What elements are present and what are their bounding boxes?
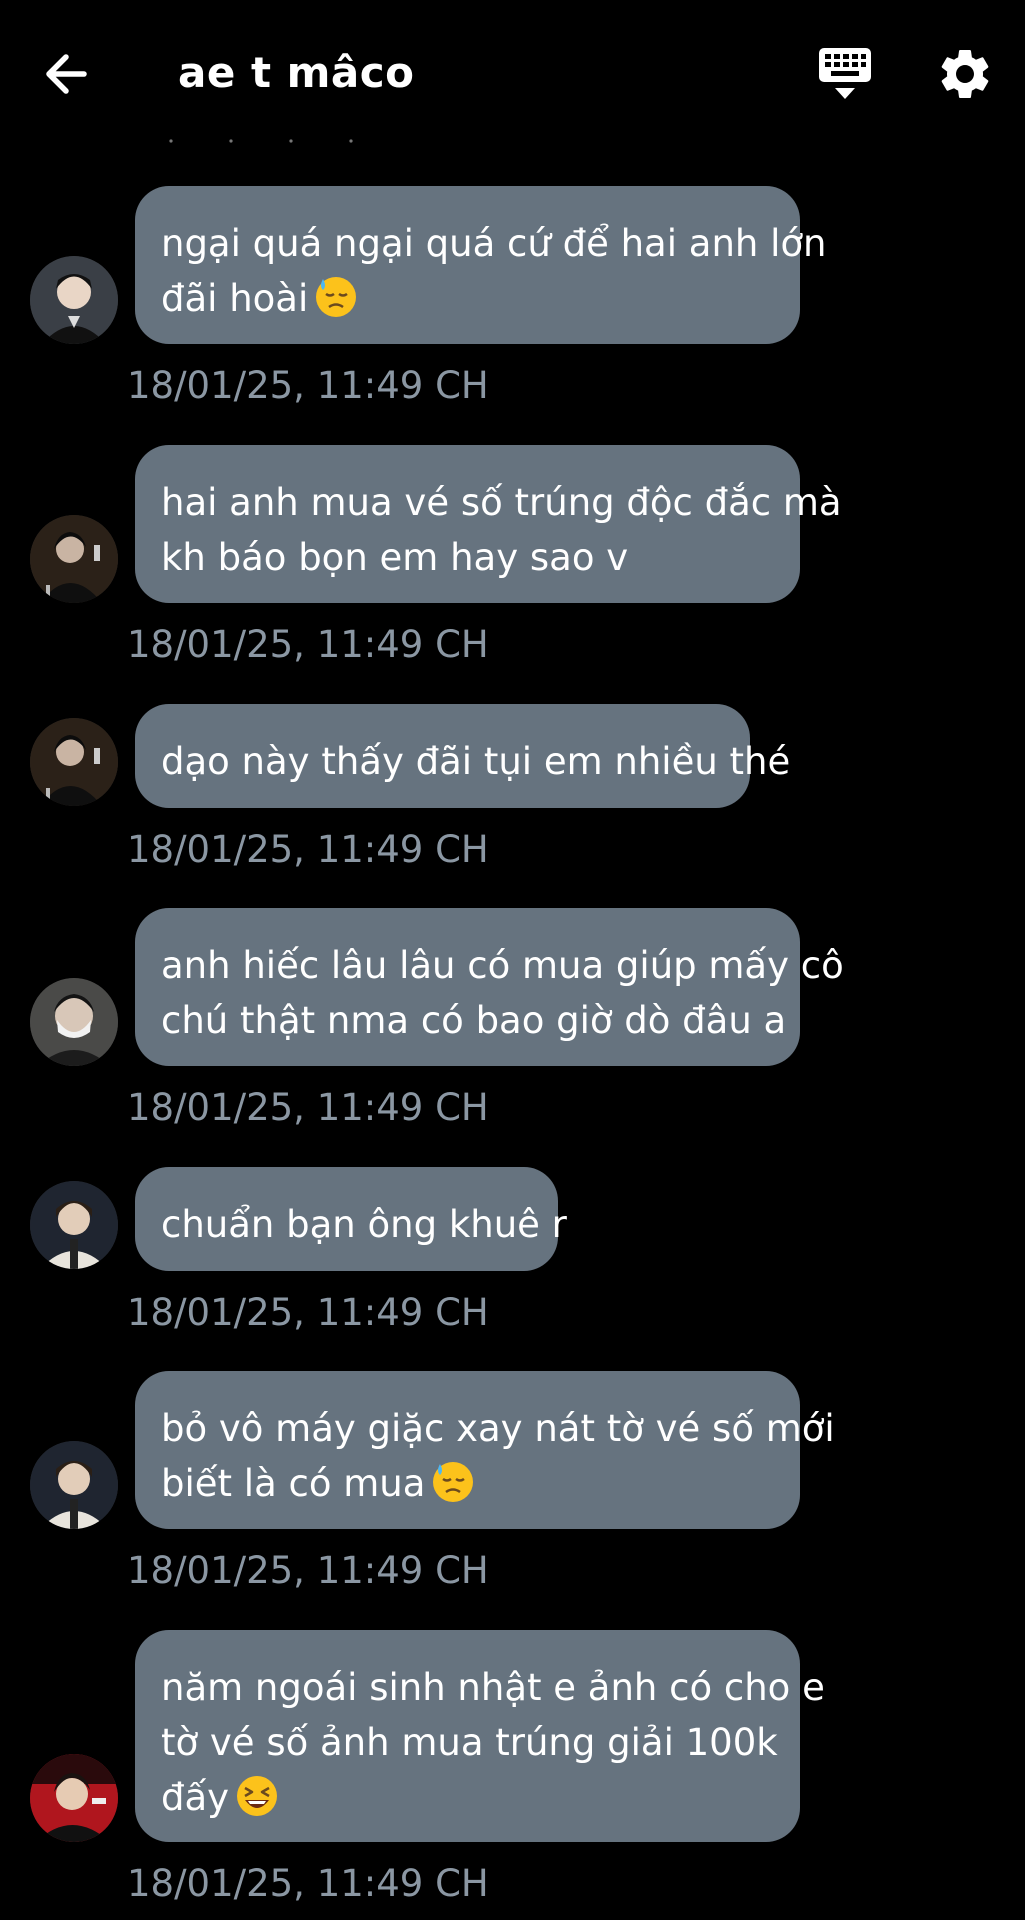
message-bubble[interactable]: anh hiếc lâu lâu có mua giúp mấy cô chú … — [135, 908, 844, 1066]
message-line: đấy — [161, 1770, 774, 1825]
message-timestamp: 18/01/25, 11:49 CH — [127, 1549, 489, 1592]
avatar-4-image — [30, 1441, 118, 1529]
avatar[interactable] — [30, 1754, 118, 1842]
avatar-1-image — [30, 256, 118, 344]
keyboard-hide-button[interactable] — [815, 44, 875, 104]
message-bubble[interactable]: hai anh mua vé số trúng độc đắc mà kh bá… — [135, 445, 842, 603]
grinning-squint-emoji-icon — [237, 1776, 278, 1816]
message-line: dạo này thấy đãi tụi em nhiều thé — [161, 740, 791, 783]
message-bubble[interactable]: chuẩn bạn ông khuê r — [135, 1167, 567, 1271]
back-button[interactable] — [40, 44, 100, 104]
message-line: kh báo bọn em hay sao v — [161, 536, 629, 579]
message-line-text: biết là có mua — [161, 1462, 426, 1505]
message-line: anh hiếc lâu lâu có mua giúp mấy cô — [161, 944, 844, 987]
message-line: tờ vé số ảnh mua trúng giải 100k — [161, 1721, 778, 1764]
chat-title: ae t mâco — [178, 48, 415, 97]
message-line: chú thật nma có bao giờ dò đâu a — [161, 999, 787, 1042]
avatar-2-image — [30, 718, 118, 806]
avatar[interactable] — [30, 718, 118, 806]
avatar-5-image — [30, 1754, 118, 1842]
chat-screen: ae t mâco ngại quá ngại quá cứ để hai an… — [0, 0, 1025, 1920]
message-timestamp: 18/01/25, 11:49 CH — [127, 1086, 489, 1129]
avatar[interactable] — [30, 1181, 118, 1269]
downcast-sweat-emoji-icon — [433, 1462, 474, 1502]
message-line: bỏ vô máy giặc xay nát tờ vé số mới — [161, 1407, 835, 1450]
message-line: chuẩn bạn ông khuê r — [161, 1203, 567, 1246]
avatar[interactable] — [30, 1441, 118, 1529]
message-timestamp: 18/01/25, 11:49 CH — [127, 1291, 489, 1334]
message-bubble[interactable]: năm ngoái sinh nhật e ảnh có cho e tờ vé… — [135, 1630, 825, 1842]
chat-header: ae t mâco — [0, 0, 1025, 150]
message-line: năm ngoái sinh nhật e ảnh có cho e — [161, 1666, 825, 1709]
avatar-2-image — [30, 515, 118, 603]
message-timestamp: 18/01/25, 11:49 CH — [127, 828, 489, 871]
avatar-3-image — [30, 978, 118, 1066]
message-line: hai anh mua vé số trúng độc đắc mà — [161, 481, 842, 524]
message-timestamp: 18/01/25, 11:49 CH — [127, 623, 489, 666]
message-bubble[interactable]: dạo này thấy đãi tụi em nhiều thé — [135, 704, 791, 808]
avatar[interactable] — [30, 256, 118, 344]
scroll-indicator — [169, 139, 353, 143]
keyboard-hide-icon — [819, 48, 871, 99]
message-bubble[interactable]: bỏ vô máy giặc xay nát tờ vé số mới biết… — [135, 1371, 835, 1529]
settings-button[interactable] — [935, 44, 995, 104]
avatar[interactable] — [30, 978, 118, 1066]
message-timestamp: 18/01/25, 11:49 CH — [127, 1862, 489, 1905]
gear-icon — [941, 49, 989, 98]
message-line: ngại quá ngại quá cứ để hai anh lớn — [161, 222, 827, 265]
message-line: đãi hoài — [161, 271, 774, 326]
avatar-4-image — [30, 1181, 118, 1269]
message-line-text: đãi hoài — [161, 277, 309, 320]
message-bubble[interactable]: ngại quá ngại quá cứ để hai anh lớn đãi … — [135, 186, 827, 344]
arrow-left-icon — [46, 54, 87, 94]
message-line: biết là có mua — [161, 1456, 774, 1511]
avatar[interactable] — [30, 515, 118, 603]
downcast-sweat-emoji-icon — [316, 277, 357, 317]
message-line-text: đấy — [161, 1776, 230, 1819]
message-timestamp: 18/01/25, 11:49 CH — [127, 364, 489, 407]
